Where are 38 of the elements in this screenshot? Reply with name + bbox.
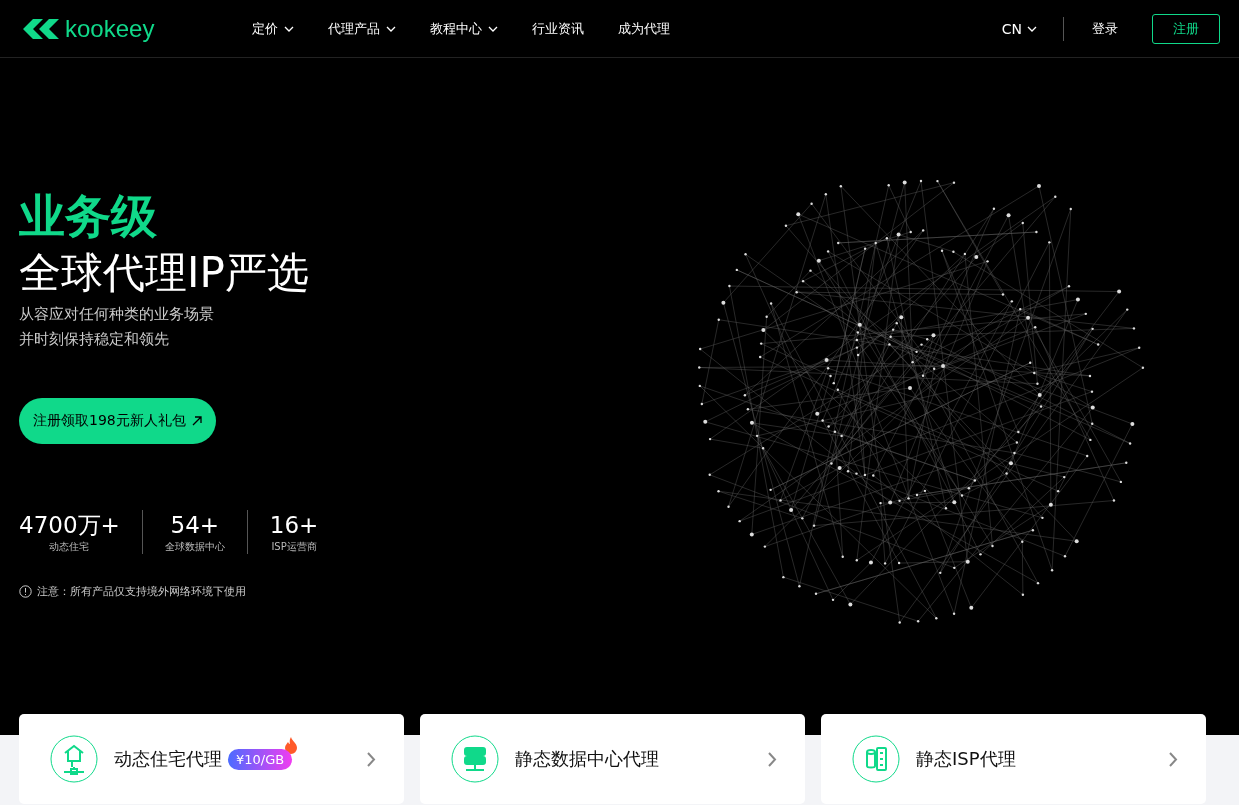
product-name: 静态数据中心代理 xyxy=(515,747,659,771)
nav-link[interactable]: 成为代理 xyxy=(618,19,670,38)
nav-link[interactable]: 行业资讯 xyxy=(532,19,584,38)
arrow-up-right-icon xyxy=(191,416,202,426)
stat-value: 4700万+ xyxy=(19,511,120,540)
chevron-right-icon xyxy=(1169,751,1178,767)
headline: 全球代理IP严选 xyxy=(19,247,310,299)
signup-gift-button[interactable]: 注册领取198元新人礼包 xyxy=(19,398,216,444)
register-button[interactable]: 注册 xyxy=(1152,13,1220,44)
stat-value: 16+ xyxy=(269,511,319,540)
residential-proxy-icon xyxy=(50,735,98,783)
chevron-down-icon xyxy=(1027,25,1037,32)
chevron-right-icon xyxy=(367,751,376,767)
chevron-right-icon xyxy=(768,751,777,767)
nav-link[interactable]: 教程中心 xyxy=(430,19,498,38)
language-selector[interactable]: CN xyxy=(1001,16,1064,41)
login-link[interactable]: 登录 xyxy=(1092,19,1118,38)
product-name: 动态住宅代理 xyxy=(114,747,222,771)
subtitle: 并时刻保持稳定和领先 xyxy=(19,329,170,350)
nav-link[interactable]: 代理产品 xyxy=(328,19,396,38)
notice-text: 注意：所有产品仅支持境外网络环境下使用 xyxy=(37,584,246,599)
price-badge: ¥10/GB xyxy=(228,748,293,770)
stat-label: ISP运营商 xyxy=(271,540,317,554)
stat-value: 54+ xyxy=(170,511,220,540)
product-name: 静态ISP代理 xyxy=(916,747,1016,771)
flame-icon xyxy=(284,736,299,754)
isp-proxy-icon xyxy=(852,735,900,783)
subtitle: 从容应对任何种类的业务场景 xyxy=(19,304,215,325)
stat-label: 动态住宅 xyxy=(49,540,90,554)
logo-text[interactable]: kookeey xyxy=(65,14,155,43)
info-icon xyxy=(19,585,32,598)
product-card[interactable]: 动态住宅代理 ¥10/GB xyxy=(19,714,404,804)
headline-accent: 业务级 xyxy=(19,188,158,244)
product-card[interactable]: 静态数据中心代理 xyxy=(420,714,805,804)
datacenter-proxy-icon xyxy=(451,735,499,783)
nav-link[interactable]: 定价 xyxy=(252,19,294,38)
product-card[interactable]: 静态ISP代理 xyxy=(821,714,1206,804)
stat-label: 全球数据中心 xyxy=(164,540,225,554)
